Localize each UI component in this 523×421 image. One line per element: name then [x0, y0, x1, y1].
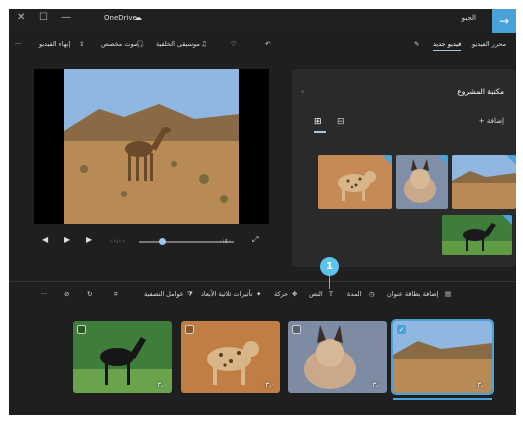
- close-window-button[interactable]: ✕: [17, 12, 25, 23]
- filters-button[interactable]: عوامل التصفية: [144, 290, 184, 298]
- clip-checkbox-checked[interactable]: ✓: [397, 325, 406, 334]
- current-time: ٠٠:٠٠: [109, 237, 126, 245]
- text-icon: T: [329, 290, 333, 298]
- camel-desert-image: [64, 69, 239, 224]
- app-window: ✕ ☐ — OneDrive ☁ الجبو → ··· إنهاء الفيد…: [9, 9, 516, 415]
- minimize-window-button[interactable]: —: [61, 12, 71, 23]
- clip-caracal[interactable]: ٣،٠: [288, 321, 387, 393]
- project-title[interactable]: الجبو: [462, 14, 476, 22]
- media-leopard[interactable]: [318, 155, 392, 209]
- project-library-panel: ‹ مكتبة المشروع ⊞ ⊟ + إضافة: [292, 69, 516, 267]
- fullscreen-icon[interactable]: ⤢: [252, 235, 258, 245]
- seek-handle[interactable]: [159, 238, 166, 245]
- view-active-indicator: [314, 131, 326, 133]
- rotate-icon[interactable]: ↻: [87, 290, 92, 298]
- next-frame-icon[interactable]: ▶: [86, 235, 92, 244]
- tab-video-editor[interactable]: محرر الفيديو: [472, 40, 506, 48]
- undo-icon[interactable]: ↶: [265, 40, 270, 48]
- play-icon[interactable]: ▶: [64, 235, 70, 244]
- heart-icon[interactable]: ♡: [231, 40, 237, 48]
- tab-new-video[interactable]: فيديو جديد: [433, 40, 462, 51]
- clip-checkbox[interactable]: [77, 325, 86, 334]
- main-toolbar: ··· إنهاء الفيديو ⇪ صوت مخصص 🎧 موسيقى ال…: [9, 35, 506, 55]
- add-title-card-button[interactable]: إضافة بطاقة عنوان: [387, 290, 439, 298]
- title-bar: ✕ ☐ — OneDrive ☁ الجبو →: [9, 9, 516, 33]
- media-caracal[interactable]: [396, 155, 448, 209]
- background-music-button[interactable]: موسيقى الخلفية: [156, 40, 200, 48]
- export-icon: ⇪: [79, 40, 85, 48]
- title-card-icon: ▤: [445, 290, 452, 298]
- more-tools-button[interactable]: ···: [41, 290, 47, 298]
- maximize-window-button[interactable]: ☐: [39, 12, 48, 23]
- motion-button[interactable]: حركة: [274, 290, 288, 298]
- duration-button[interactable]: المدة: [347, 290, 361, 298]
- 3d-effects-button[interactable]: تأثيرات ثلاثية الأبعاد: [201, 290, 252, 298]
- effects-icon: ✦: [256, 290, 262, 298]
- text-button[interactable]: النص: [309, 290, 323, 298]
- collapse-chevron-icon[interactable]: ‹: [301, 87, 304, 96]
- pencil-icon[interactable]: ✎: [414, 40, 419, 48]
- media-horse[interactable]: [442, 215, 512, 255]
- finish-video-button[interactable]: إنهاء الفيديو: [39, 40, 70, 48]
- callout-badge: 1: [320, 257, 339, 276]
- delete-icon[interactable]: ⊘: [64, 290, 69, 298]
- motion-icon: ✥: [292, 290, 298, 298]
- selected-clip-indicator: [393, 398, 492, 400]
- add-media-button[interactable]: + إضافة: [479, 117, 504, 125]
- clip-checkbox[interactable]: [185, 325, 194, 334]
- cloud-icon: ☁: [134, 13, 142, 22]
- grid-view-icon[interactable]: ⊞: [314, 117, 322, 127]
- onedrive-label: OneDrive: [104, 14, 137, 22]
- clip-checkbox[interactable]: [292, 325, 301, 334]
- library-title: مكتبة المشروع: [457, 87, 504, 96]
- video-preview[interactable]: [34, 69, 269, 224]
- clip-duration: ٣،٠: [265, 381, 275, 389]
- clip-desert-camel[interactable]: ✓ ٣،٠: [391, 319, 494, 395]
- filters-icon: ⧩: [187, 290, 193, 298]
- section-divider: [9, 281, 516, 282]
- storyboard-toolbar: ··· ⊘ ↻ ⌗ عوامل التصفية ⧩ تأثيرات ثلاثية…: [9, 287, 489, 305]
- clock-icon: ◷: [369, 290, 375, 298]
- previous-frame-icon[interactable]: ◀: [42, 235, 48, 244]
- clip-duration: ٣،٠: [157, 381, 167, 389]
- list-view-icon[interactable]: ⊟: [337, 117, 345, 127]
- audio-icon: 🎧: [136, 40, 145, 48]
- back-arrow-button[interactable]: →: [492, 9, 516, 33]
- total-time: ٠:٤٠: [219, 237, 232, 245]
- custom-audio-button[interactable]: صوت مخصص: [101, 40, 139, 48]
- clip-duration: ٣،٠: [372, 381, 382, 389]
- clip-leopard[interactable]: ٣،٠: [181, 321, 280, 393]
- music-note-icon: ♫: [201, 40, 207, 48]
- clip-duration: ٣،٠: [477, 381, 487, 389]
- media-desert[interactable]: [452, 155, 516, 209]
- playback-bar: ◀ ▶ ▶ ٠٠:٠٠ ٠:٤٠ ⤢: [34, 231, 269, 253]
- crop-icon[interactable]: ⌗: [114, 290, 118, 299]
- more-options-button[interactable]: ···: [15, 40, 21, 48]
- clip-horse[interactable]: ٣،٠: [73, 321, 172, 393]
